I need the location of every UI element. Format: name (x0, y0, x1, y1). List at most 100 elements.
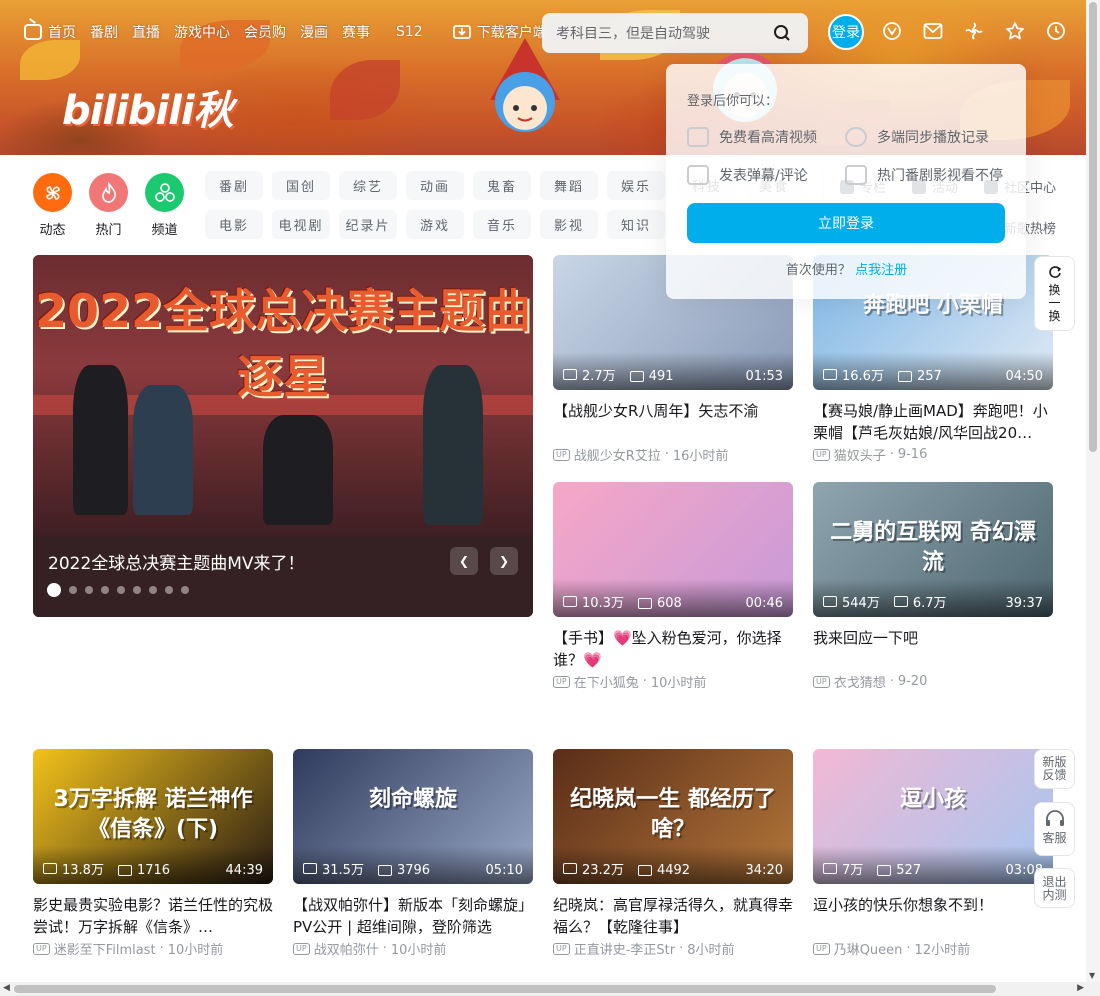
video-author[interactable]: 乃琳Queen (834, 939, 903, 958)
video-thumbnail[interactable]: 3万字拆解 诺兰神作《信条》(下) 13.8万 1716 44:39 (33, 749, 273, 884)
nav-anime[interactable]: 番剧 (90, 22, 118, 42)
video-card[interactable]: 3万字拆解 诺兰神作《信条》(下) 13.8万 1716 44:39 影史最贵实… (33, 749, 273, 958)
video-author[interactable]: 正直讲史-李正Str (574, 939, 675, 958)
video-title[interactable]: 纪晓岚：高官厚禄活得久，就真得幸福么？【乾隆往事】 (553, 894, 793, 938)
video-title[interactable]: 影史最贵实验电影？诺兰任性的究极尝试！万字拆解《信条》… (33, 894, 273, 938)
vertical-scroll-thumb[interactable] (1089, 2, 1097, 452)
carousel-prev-button[interactable]: ❮ (450, 547, 478, 575)
video-thumbnail[interactable]: 刻命螺旋 31.5万 3796 05:10 (293, 749, 533, 884)
refresh-button[interactable]: 换一换 (1034, 256, 1075, 331)
video-author[interactable]: 在下小狐兔 (574, 672, 639, 691)
nav-s12[interactable]: S12 (396, 24, 423, 40)
message-icon[interactable] (923, 20, 943, 42)
video-card[interactable]: 10.3万 608 00:46 【手书】💗坠入粉色爱河，你选择谁？💗 UP 在下… (553, 482, 793, 691)
register-link[interactable]: 点我注册 (855, 263, 907, 278)
video-title[interactable]: 【战双帕弥什】新版本「刻命螺旋」PV公开 | 超维间隙，登阶筛选 (293, 894, 533, 938)
carousel-caption[interactable]: 2022全球总决赛主题曲MV来了！ (48, 549, 305, 574)
search-button[interactable] (766, 17, 798, 49)
tag-variety[interactable]: 综艺 (339, 171, 397, 200)
video-author[interactable]: 战舰少女R艾拉 (574, 445, 661, 464)
danmaku-icon (377, 865, 392, 876)
dynamic-icon[interactable] (964, 20, 984, 42)
scroll-left-arrow-icon[interactable]: ◀ (3, 983, 10, 993)
carousel-dot[interactable] (133, 586, 141, 594)
video-card[interactable]: 纪晓岚一生 都经历了啥？ 23.2万 4492 34:20 纪晓岚：高官厚禄活得… (553, 749, 793, 958)
tag-film[interactable]: 影视 (540, 210, 598, 239)
tag-game[interactable]: 游戏 (406, 210, 464, 239)
video-author[interactable]: 战双帕弥什 (314, 939, 379, 958)
nav-mall[interactable]: 会员购 (244, 22, 286, 42)
carousel-dot[interactable] (85, 586, 93, 594)
scroll-down-arrow-icon[interactable]: ▼ (1089, 971, 1095, 980)
carousel-next-button[interactable]: ❯ (490, 547, 518, 575)
danmaku-icon (897, 371, 912, 382)
nav-game-center[interactable]: 游戏中心 (174, 22, 230, 42)
scroll-right-arrow-icon[interactable]: ▶ (1077, 983, 1084, 993)
horizontal-scrollbar[interactable]: ◀ ▶ (0, 982, 1100, 996)
carousel-dot[interactable] (149, 586, 157, 594)
person-figure (73, 365, 128, 515)
danmaku-count-value: 257 (916, 369, 942, 384)
feedback-button[interactable]: 新版反馈 (1034, 749, 1075, 789)
tag-dance[interactable]: 舞蹈 (540, 171, 598, 200)
carousel-image[interactable]: 2022全球总决赛主题曲 逐星 (33, 255, 533, 535)
nav-manga[interactable]: 漫画 (300, 22, 328, 42)
tag-tv-series[interactable]: 电视剧 (272, 210, 330, 239)
exit-beta-button[interactable]: 退出内测 (1034, 868, 1075, 908)
video-thumbnail[interactable]: 10.3万 608 00:46 (553, 482, 793, 617)
bilibili-logo[interactable]: bilibili秋 (62, 78, 234, 136)
video-author[interactable]: 猫奴头子 (834, 445, 886, 464)
video-title[interactable]: 【手书】💗坠入粉色爱河，你选择谁？💗 (553, 627, 793, 671)
tag-anime[interactable]: 番剧 (205, 171, 263, 200)
login-avatar-button[interactable]: 登录 (828, 14, 864, 50)
tag-knowledge[interactable]: 知识 (607, 210, 665, 239)
tag-entertainment[interactable]: 娱乐 (607, 171, 665, 200)
tag-guochuang[interactable]: 国创 (272, 171, 330, 200)
tag-kichiku[interactable]: 鬼畜 (473, 171, 531, 200)
video-thumbnail[interactable]: 逗小孩 7万 527 03:08 (813, 749, 1053, 884)
tag-movie[interactable]: 电影 (205, 210, 263, 239)
customer-service-button[interactable]: 客服 (1034, 802, 1075, 856)
nav-esports[interactable]: 赛事 (342, 22, 370, 42)
carousel-dot[interactable] (165, 586, 173, 594)
video-thumbnail[interactable]: 二舅的互联网 奇幻漂流 544万 6.7万 39:37 (813, 482, 1053, 617)
search-input[interactable]: 考科目三，但是自动驾驶 (556, 23, 766, 43)
carousel-dot[interactable] (181, 586, 189, 594)
popup-features: 免费看高清视频 多端同步播放记录 发表弹幕/评论 热门番剧影视看不停 (687, 127, 1006, 185)
danmaku-count-value: 608 (656, 596, 682, 611)
channel-channels[interactable]: 频道 (145, 173, 184, 238)
video-card[interactable]: 刻命螺旋 31.5万 3796 05:10 【战双帕弥什】新版本「刻命螺旋」PV… (293, 749, 533, 958)
video-duration: 34:20 (745, 863, 783, 878)
vertical-scrollbar[interactable]: ▼ (1086, 0, 1100, 982)
carousel-dot[interactable] (117, 586, 125, 594)
video-author[interactable]: 衣戈猜想 (834, 672, 886, 691)
featured-carousel[interactable]: 2022全球总决赛主题曲 逐星 2022全球总决赛主题曲MV来了！ ❮ ❯ (33, 255, 533, 617)
tag-documentary[interactable]: 纪录片 (339, 210, 397, 239)
video-card[interactable]: 逗小孩 7万 527 03:08 逗小孩的快乐你想象不到！ UP 乃琳Queen (813, 749, 1053, 958)
carousel-dot[interactable] (101, 586, 109, 594)
channel-dynamic[interactable]: 动态 (33, 173, 72, 238)
video-title[interactable]: 逗小孩的快乐你想象不到！ (813, 894, 1053, 938)
video-title[interactable]: 我来回应一下吧 (813, 627, 1053, 671)
video-title[interactable]: 【赛马娘/静止画MAD】奔跑吧！小栗帽【芦毛灰姑娘/风华回战20… (813, 400, 1053, 444)
danmaku-count: 3796 (377, 863, 430, 878)
history-icon[interactable] (1046, 20, 1066, 42)
carousel-dot[interactable] (69, 586, 77, 594)
channel-hot[interactable]: 热门 (89, 173, 128, 238)
headset-icon (1045, 810, 1064, 826)
video-card[interactable]: 二舅的互联网 奇幻漂流 544万 6.7万 39:37 我来回应一下吧 UP 衣… (813, 482, 1053, 691)
video-author[interactable]: 迷影至下Filmlast (54, 939, 156, 958)
login-now-button[interactable]: 立即登录 (687, 203, 1005, 243)
nav-live[interactable]: 直播 (132, 22, 160, 42)
horizontal-scroll-thumb[interactable] (14, 985, 996, 993)
video-thumbnail[interactable]: 纪晓岚一生 都经历了啥？ 23.2万 4492 34:20 (553, 749, 793, 884)
vip-icon[interactable] (882, 20, 902, 42)
tag-animation[interactable]: 动画 (406, 171, 464, 200)
carousel-dot[interactable] (47, 583, 61, 597)
video-time: 9-20 (897, 674, 928, 689)
favorites-icon[interactable] (1005, 20, 1025, 42)
search-box[interactable]: 考科目三，但是自动驾驶 (542, 13, 808, 53)
tag-music[interactable]: 音乐 (473, 210, 531, 239)
nav-home[interactable]: 首页 (24, 22, 76, 42)
video-title[interactable]: 【战舰少女R八周年】矢志不渝 (553, 400, 793, 444)
